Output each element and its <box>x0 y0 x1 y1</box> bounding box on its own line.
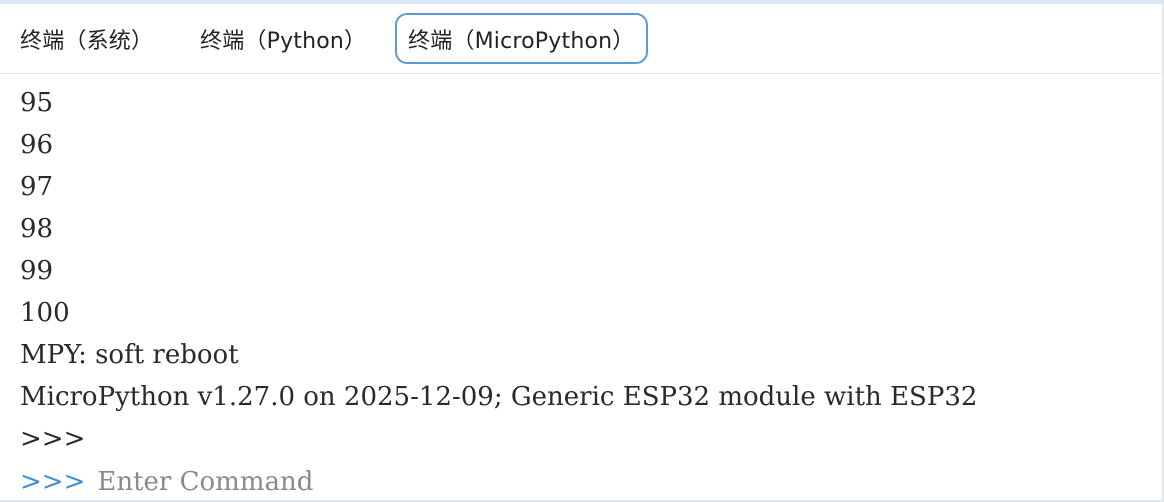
firmware-banner-line: MicroPython v1.27.0 on 2025-12-09; Gener… <box>20 382 978 412</box>
output-line: 100 <box>20 298 70 328</box>
tab-micropython-terminal[interactable]: 终端（MicroPython） <box>395 13 648 64</box>
output-line: 98 <box>20 214 54 244</box>
tab-label: 终端（Python） <box>200 28 367 54</box>
output-line: 95 <box>20 88 54 118</box>
command-input-row: >>> <box>20 460 1162 500</box>
output-line: 96 <box>20 130 54 160</box>
command-input[interactable] <box>85 460 998 500</box>
input-prompt: >>> <box>20 467 86 497</box>
tab-label: 终端（MicroPython） <box>408 28 635 54</box>
tab-label: 终端（系统） <box>20 28 154 54</box>
output-line: 97 <box>20 172 54 202</box>
micropython-terminal-window: 终端（系统） 终端（Python） 终端（MicroPython） 95 96 … <box>0 0 1164 502</box>
tab-python-terminal[interactable]: 终端（Python） <box>200 13 366 64</box>
repl-prompt-line: >>> <box>20 424 86 454</box>
terminal-output[interactable]: 95 96 97 98 99 100 MPY: soft reboot Micr… <box>0 78 1162 500</box>
tab-system-terminal[interactable]: 终端（系统） <box>20 13 153 64</box>
soft-reboot-line: MPY: soft reboot <box>20 340 239 370</box>
output-line: 99 <box>20 256 54 286</box>
terminal-tab-bar: 终端（系统） 终端（Python） 终端（MicroPython） <box>0 4 1162 74</box>
